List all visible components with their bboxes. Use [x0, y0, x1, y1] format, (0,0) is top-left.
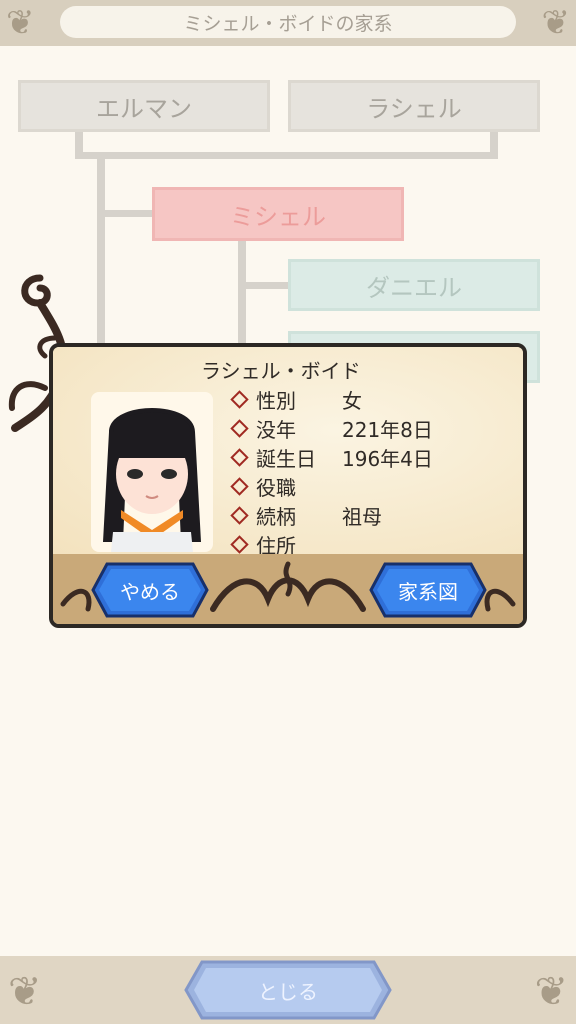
- connector-line: [97, 152, 105, 352]
- footer-bar: ❦ とじる ❦: [0, 956, 576, 1024]
- connector-line: [97, 210, 155, 217]
- ornament-right-icon: ❦: [541, 3, 571, 43]
- field-label: 続柄: [256, 504, 296, 529]
- tree-node-label: エルマン: [96, 94, 192, 123]
- family-tree-button[interactable]: 家系図: [369, 562, 487, 618]
- cancel-button[interactable]: やめる: [91, 562, 209, 618]
- family-tree-button-label: 家系図: [398, 579, 458, 604]
- tree-node-child[interactable]: ダニエル: [288, 259, 540, 311]
- ornament-left-icon: ❦: [6, 3, 35, 43]
- bullet-diamond-icon: [230, 389, 249, 409]
- connector-line: [75, 152, 498, 159]
- page-title-plate: ミシェル・ボイドの家系: [60, 6, 516, 38]
- field-gender: 性別 女: [230, 385, 362, 413]
- portrait-frame: [91, 392, 213, 552]
- field-birthday: 誕生日 196年4日: [230, 443, 433, 471]
- tree-node-mother[interactable]: ラシェル: [288, 80, 540, 132]
- character-portrait: [103, 408, 201, 552]
- field-role: 役職: [230, 472, 342, 500]
- ornament-right-icon: ❦: [534, 969, 568, 1015]
- bullet-diamond-icon: [230, 534, 249, 554]
- cancel-button-label: やめる: [120, 579, 180, 604]
- page-title: ミシェル・ボイドの家系: [183, 12, 393, 35]
- field-label: 性別: [256, 388, 296, 413]
- tree-node-label: ダニエル: [366, 273, 462, 302]
- connector-line: [238, 282, 290, 289]
- tree-node-label: ラシェル: [366, 94, 462, 123]
- field-label: 誕生日: [256, 446, 316, 471]
- dialog-footer: やめる 家系図: [53, 554, 523, 624]
- field-death-year: 没年 221年8日: [230, 414, 433, 442]
- bullet-diamond-icon: [230, 505, 249, 525]
- tree-node-self[interactable]: ミシェル: [152, 187, 404, 241]
- character-info-dialog: ラシェル・ボイド 性別女 没年 221年8日 誕生日 196年4日 役職 続柄 祖母 …: [49, 343, 527, 628]
- bullet-diamond-icon: [230, 418, 249, 438]
- field-value: 女: [342, 388, 362, 413]
- field-label: 没年: [256, 417, 296, 442]
- character-name: ラシェル・ボイド: [201, 359, 361, 383]
- ornament-left-icon: ❦: [8, 969, 42, 1015]
- tree-node-label: ミシェル: [230, 202, 326, 231]
- close-button[interactable]: とじる: [184, 960, 392, 1020]
- field-value: 221年8日: [342, 417, 433, 442]
- bullet-diamond-icon: [230, 476, 249, 496]
- field-value: 196年4日: [342, 446, 433, 471]
- close-button-label: とじる: [258, 979, 318, 1004]
- field-relation: 続柄 祖母: [230, 501, 382, 529]
- header-bar: ❦ ミシェル・ボイドの家系 ❦: [0, 0, 576, 46]
- connector-line: [238, 241, 246, 351]
- field-value: 祖母: [342, 504, 382, 529]
- field-label: 役職: [256, 475, 296, 500]
- tree-node-father[interactable]: エルマン: [18, 80, 270, 132]
- bullet-diamond-icon: [230, 447, 249, 467]
